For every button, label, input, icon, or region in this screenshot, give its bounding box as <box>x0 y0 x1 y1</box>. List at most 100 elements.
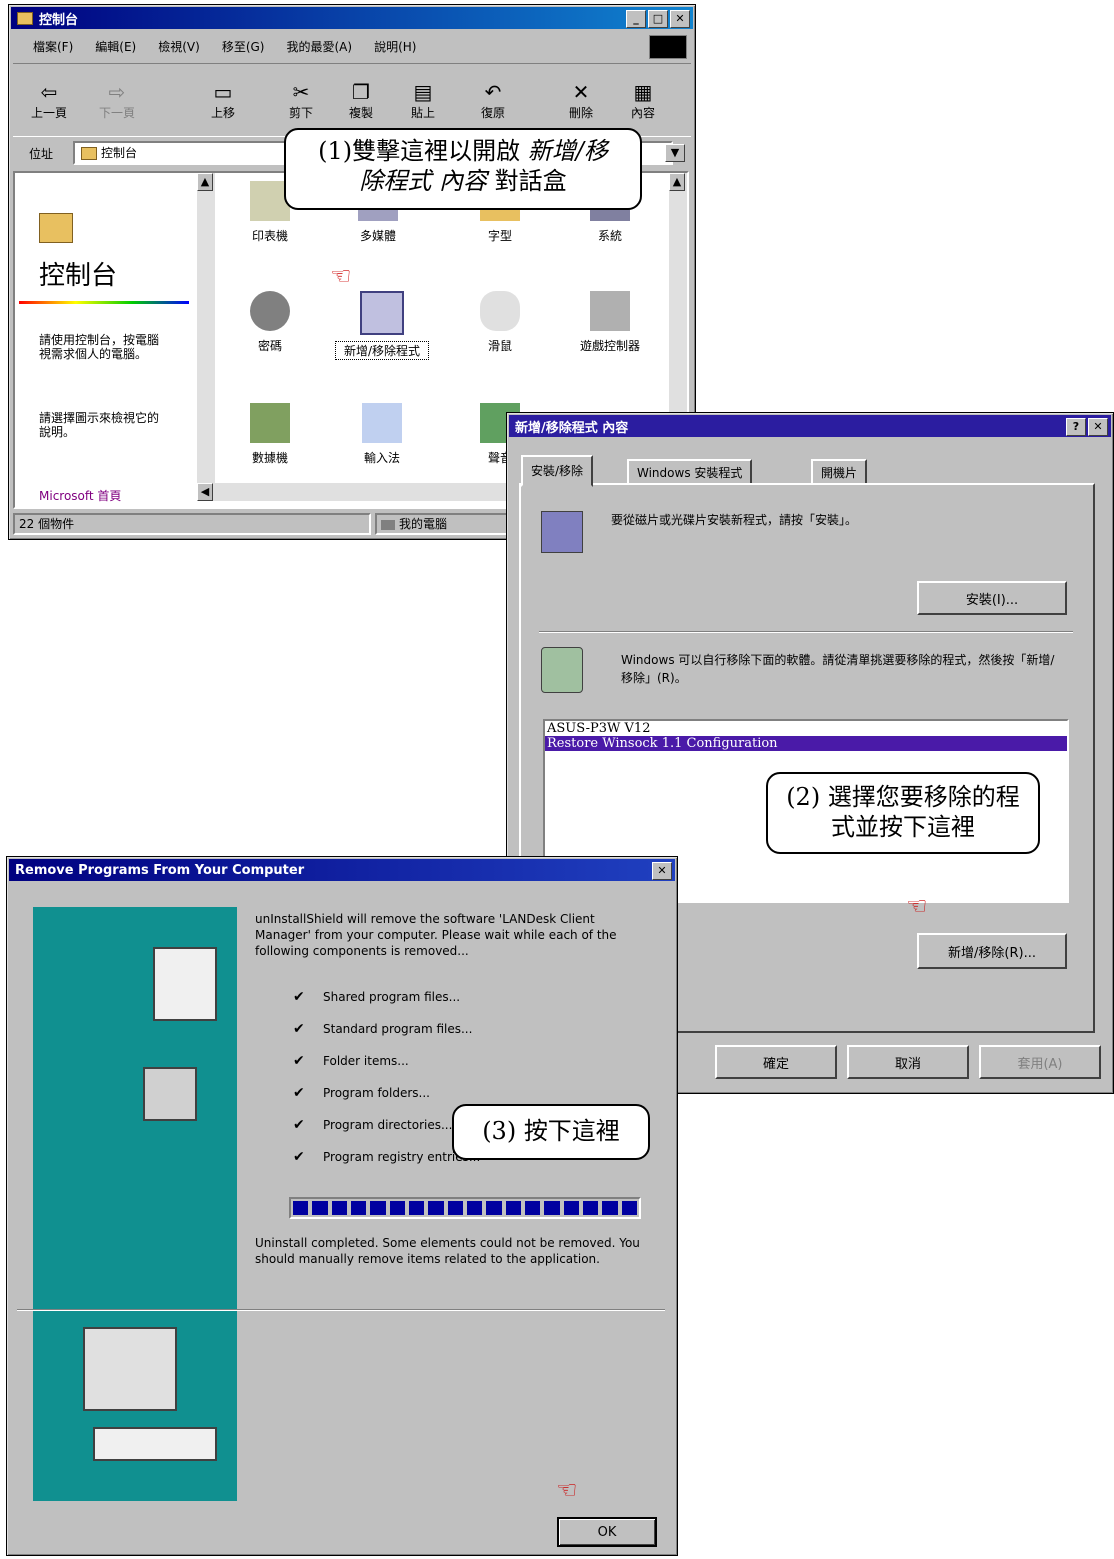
menu-view[interactable]: 檢視(V) <box>158 38 200 55</box>
forward-button[interactable]: ⇨ 下一頁 <box>97 80 137 121</box>
footer-separator <box>17 1309 665 1311</box>
cancel-button[interactable]: 取消 <box>847 1045 969 1079</box>
keyboard-illustration <box>93 1427 217 1461</box>
scroll-up-icon[interactable]: ▲ <box>197 173 213 191</box>
install-button[interactable]: 安裝(I)... <box>917 581 1067 615</box>
uninstall-window: Remove Programs From Your Computer ✕ unI… <box>6 856 678 1556</box>
menu-file[interactable]: 檔案(F) <box>33 38 73 55</box>
dialog-close-button[interactable]: ✕ <box>1088 418 1108 436</box>
floating-window-illustration <box>153 947 217 1021</box>
uninstall-title: Remove Programs From Your Computer <box>15 862 305 878</box>
control-panel-large-icon <box>39 213 73 243</box>
modem-icon <box>250 403 290 443</box>
copy-button[interactable]: ❐ 複製 <box>341 80 381 121</box>
check-icon: ✔ <box>293 1021 305 1037</box>
pointing-hand-icon-3: ☜ <box>556 1476 578 1504</box>
status-count: 22 個物件 <box>13 513 371 535</box>
menu-go[interactable]: 移至(G) <box>222 38 265 55</box>
check-icon: ✔ <box>293 989 305 1005</box>
recycle-icon <box>541 647 583 693</box>
sidebar-title: 控制台 <box>39 261 118 291</box>
component-shared-files: Shared program files... <box>323 990 461 1004</box>
apply-button[interactable]: 套用(A) <box>979 1045 1101 1079</box>
input-method-icon <box>362 403 402 443</box>
dialog-titlebar[interactable]: 新增/移除程式 內容 ? ✕ <box>509 415 1111 437</box>
check-icon: ✔ <box>293 1117 305 1133</box>
computer-icon <box>381 519 395 530</box>
monitor-illustration <box>83 1327 177 1411</box>
uninstall-ok-button[interactable]: OK <box>557 1517 657 1547</box>
menu-favorites[interactable]: 我的最愛(A) <box>286 38 352 55</box>
undo-button[interactable]: ↶ 復原 <box>473 80 513 121</box>
window-title: 控制台 <box>39 12 79 28</box>
progress-bar <box>289 1197 641 1219</box>
web-view-pane: 控制台 請使用控制台，按電腦視需求個人的電腦。 請選擇圖示來檢視它的說明。 Mi… <box>15 173 193 507</box>
paste-button[interactable]: ▤ 貼上 <box>403 80 443 121</box>
properties-button[interactable]: ▦ 內容 <box>623 80 663 121</box>
callout-3-text: (3) 按下這裡 <box>482 1117 620 1145</box>
icon-modems[interactable]: 數據機 <box>225 403 315 466</box>
joystick-icon <box>590 291 630 331</box>
callout-step-3: (3) 按下這裡 <box>452 1104 650 1160</box>
address-dropdown-icon[interactable]: ▼ <box>665 144 685 162</box>
menu-help[interactable]: 說明(H) <box>374 38 416 55</box>
sidebar-text-intro: 請使用控制台，按電腦視需求個人的電腦。 <box>39 333 160 361</box>
delete-button[interactable]: ✕ 刪除 <box>561 80 601 121</box>
component-folder-items: Folder items... <box>323 1054 409 1068</box>
install-disk-icon <box>541 511 583 553</box>
uninstall-close-button[interactable]: ✕ <box>652 862 672 880</box>
left-pane-scrollbar[interactable]: ▲ <box>197 173 215 483</box>
content-scroll-up-icon[interactable]: ▲ <box>669 173 685 191</box>
callout-1-line1: (1)雙擊這裡以開啟 新增/移 <box>318 137 608 165</box>
chip-illustration <box>143 1067 197 1121</box>
mouse-icon <box>480 291 520 331</box>
icon-mouse[interactable]: 滑鼠 <box>455 291 545 354</box>
add-remove-programs-icon <box>360 291 404 335</box>
pointing-hand-icon-2: ☜ <box>906 892 928 920</box>
program-item-asus[interactable]: ASUS-P3W V12 <box>545 721 1067 736</box>
check-icon: ✔ <box>293 1085 305 1101</box>
uninstall-completed-text: Uninstall completed. Some elements could… <box>255 1236 640 1266</box>
toolbar: ⇦ 上一頁 ⇨ 下一頁 ▭ 上移 ✂ 剪下 ❐ 複製 ▤ 貼上 ↶ 復原 ✕ 刪除 ▦ 內容 <box>13 63 691 137</box>
callout-1-line2: 除程式 內容 對話盒 <box>359 167 567 195</box>
sidebar-rule <box>19 301 189 304</box>
cut-button[interactable]: ✂ 剪下 <box>281 80 321 121</box>
ok-button[interactable]: 確定 <box>715 1045 837 1079</box>
help-button[interactable]: ? <box>1066 418 1086 436</box>
scroll-left-icon[interactable]: ◀ <box>197 483 213 501</box>
close-button[interactable]: ✕ <box>670 10 690 28</box>
pointing-hand-icon-1: ☜ <box>330 262 352 290</box>
callout-2-line1: (2) 選擇您要移除的程 <box>786 783 1020 811</box>
check-icon: ✔ <box>293 1149 305 1165</box>
check-icon: ✔ <box>293 1053 305 1069</box>
icon-game-controllers[interactable]: 遊戲控制器 <box>565 291 655 354</box>
uninstall-titlebar[interactable]: Remove Programs From Your Computer ✕ <box>9 859 675 881</box>
remove-description: Windows 可以自行移除下面的軟體。請從清單挑選要移除的程式，然後按「新增/… <box>621 653 1055 685</box>
add-remove-button[interactable]: 新增/移除(R)... <box>917 933 1067 969</box>
program-item-restore-winsock[interactable]: Restore Winsock 1.1 Configuration <box>545 736 1067 751</box>
up-button[interactable]: ▭ 上移 <box>203 80 243 121</box>
icon-input-method[interactable]: 輸入法 <box>337 403 427 466</box>
key-icon <box>250 291 290 331</box>
windows-logo-icon <box>649 35 687 59</box>
address-label: 位址 <box>29 147 54 161</box>
control-panel-small-icon <box>81 147 97 160</box>
component-standard-files: Standard program files... <box>323 1022 473 1036</box>
callout-step-2: (2) 選擇您要移除的程 式並按下這裡 <box>766 772 1040 854</box>
tab-install-remove[interactable]: 安裝/移除 <box>521 455 594 487</box>
menu-bar: 檔案(F) 編輯(E) 檢視(V) 移至(G) 我的最愛(A) 說明(H) <box>13 33 691 59</box>
maximize-button[interactable]: □ <box>648 10 668 28</box>
icon-add-remove-programs[interactable]: 新增/移除程式 <box>335 291 429 360</box>
microsoft-home-link[interactable]: Microsoft 首頁 <box>39 487 121 504</box>
minimize-button[interactable]: _ <box>626 10 646 28</box>
uninstall-intro: unInstallShield will remove the software… <box>255 912 617 958</box>
control-panel-titlebar[interactable]: 控制台 _ □ ✕ <box>11 7 693 29</box>
callout-2-line2: 式並按下這裡 <box>831 813 975 841</box>
folder-icon <box>17 11 33 25</box>
install-description: 要從磁片或光碟片安裝新程式，請按「安裝」。 <box>611 513 858 527</box>
component-program-folders: Program folders... <box>323 1086 430 1100</box>
callout-step-1: (1)雙擊這裡以開啟 新增/移 除程式 內容 對話盒 <box>284 128 642 210</box>
icon-passwords[interactable]: 密碼 <box>225 291 315 354</box>
menu-edit[interactable]: 編輯(E) <box>95 38 136 55</box>
back-button[interactable]: ⇦ 上一頁 <box>29 80 69 121</box>
